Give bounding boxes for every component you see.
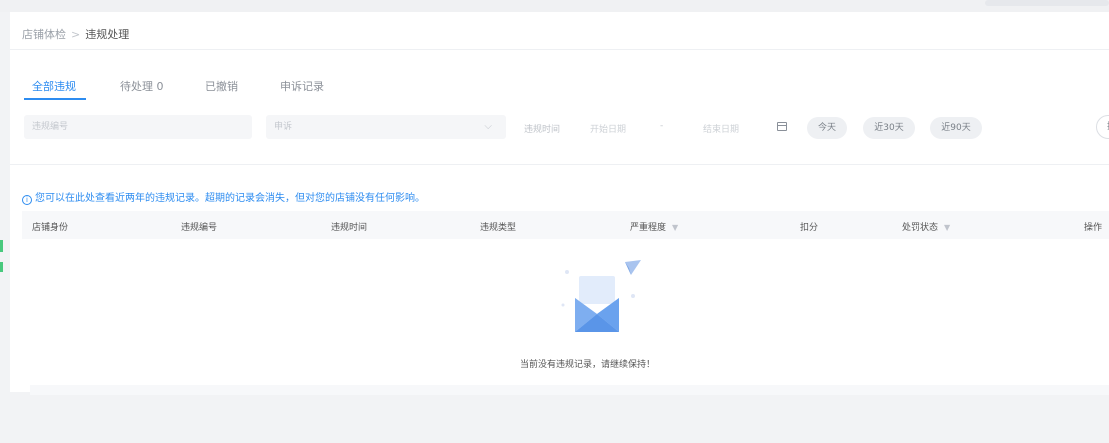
top-strip (0, 0, 1109, 12)
table-footer (30, 385, 1109, 395)
date-label: 违规时间 (524, 125, 561, 135)
column-header: 店铺身份 (32, 223, 69, 233)
breadcrumb-current: 违规处理 (85, 28, 130, 41)
column-header: 违规编号 (181, 223, 218, 233)
main-card: 店铺体检 > 违规处理 全部违规 待处理 0 已撤销 申诉记录 违规编号 申诉 ⌵ … (10, 12, 1109, 395)
empty-state-text: 当前没有违规记录，请继续保持！ (520, 360, 656, 370)
search-button[interactable]: 搜 (1096, 115, 1109, 139)
appeal-select-value: 申诉 (274, 122, 293, 132)
divider (10, 49, 1109, 50)
filter-icon[interactable]: ▼ (944, 223, 950, 232)
appeal-select[interactable]: 申诉 ⌵ (266, 115, 506, 139)
calendar-icon[interactable] (777, 122, 787, 131)
tab-appeal-records[interactable]: 申诉记录 (280, 78, 324, 94)
table-header: 店铺身份 违规编号 违规时间 违规类型 严重程度 ▼ 扣分 处罚状态 ▼ 操作 (22, 211, 1109, 239)
empty-envelope-icon (561, 260, 641, 332)
active-tab-indicator (24, 98, 86, 100)
start-date-input[interactable]: 开始日期 (590, 122, 626, 135)
column-header: 违规类型 (480, 223, 517, 233)
top-pill (985, 0, 1109, 6)
chevron-down-icon: ⌵ (484, 121, 492, 132)
quick-range-today-button[interactable]: 今天 (807, 117, 847, 139)
column-header: 扣分 (800, 223, 819, 233)
divider (10, 164, 1109, 165)
column-header-label: 处罚状态 (902, 223, 939, 233)
notice-text: 您可以在此处查看近两年的违规记录。超期的记录会消失，但对您的店铺没有任何影响。 (35, 193, 425, 204)
date-separator: - (660, 121, 664, 131)
filter-icon[interactable]: ▼ (672, 223, 678, 232)
breadcrumb-parent-link[interactable]: 店铺体检 (22, 28, 66, 41)
column-header-penalty-status[interactable]: 处罚状态 ▼ (902, 220, 950, 233)
violation-no-input[interactable]: 违规编号 (24, 115, 252, 139)
tab-pending[interactable]: 待处理 0 (120, 78, 164, 94)
breadcrumb-separator: > (71, 28, 81, 41)
quick-range-90-days-button[interactable]: 近90天 (930, 117, 982, 139)
sidebar-fragment (0, 240, 3, 252)
sidebar-fragment (0, 262, 3, 272)
notice-banner: i 您可以在此处查看近两年的违规记录。超期的记录会消失，但对您的店铺没有任何影响。 (22, 189, 425, 205)
info-icon: i (22, 195, 32, 205)
column-header: 违规时间 (331, 223, 368, 233)
quick-range-30-days-button[interactable]: 近30天 (863, 117, 915, 139)
breadcrumb: 店铺体检 > 违规处理 (22, 26, 129, 42)
column-header: 操作 (1084, 223, 1103, 233)
tab-revoked[interactable]: 已撤销 (205, 78, 238, 94)
column-header-severity[interactable]: 严重程度 ▼ (630, 220, 678, 233)
tab-all-violations[interactable]: 全部违规 (32, 78, 76, 94)
end-date-input[interactable]: 结束日期 (703, 122, 739, 135)
column-header-label: 严重程度 (630, 223, 667, 233)
